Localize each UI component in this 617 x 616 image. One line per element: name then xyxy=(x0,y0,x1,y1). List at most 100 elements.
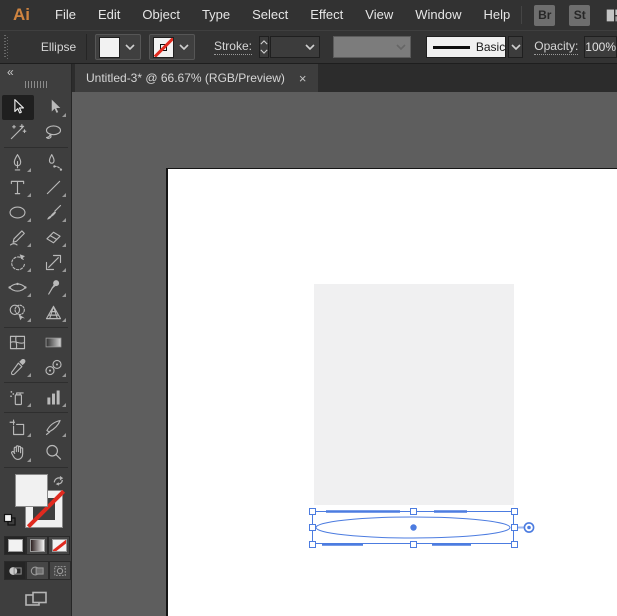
options-divider xyxy=(86,34,87,60)
workspace-switcher-button[interactable] xyxy=(604,5,617,25)
gradient-tool-button[interactable] xyxy=(37,330,69,355)
panel-grip-handle[interactable] xyxy=(4,35,8,59)
paintbrush-tool-button[interactable] xyxy=(37,200,69,225)
chevron-down-icon[interactable] xyxy=(125,44,135,50)
column-graph-tool-button[interactable] xyxy=(37,385,69,410)
swap-fill-stroke-icon[interactable] xyxy=(51,473,66,488)
magic-wand-tool-button[interactable] xyxy=(2,120,34,145)
stepper-down-icon[interactable] xyxy=(260,49,268,54)
menu-object[interactable]: Object xyxy=(131,0,191,30)
fill-stroke-proxy xyxy=(0,472,71,532)
tool-group-divider xyxy=(4,147,68,148)
stroke-weight-label[interactable]: Stroke: xyxy=(214,39,252,55)
screen-mode-icon xyxy=(24,591,48,609)
stroke-color-control[interactable] xyxy=(149,34,195,60)
stroke-weight-dropdown[interactable] xyxy=(270,36,320,58)
zoom-tool-button[interactable] xyxy=(37,440,69,465)
stroke-color-swatch-none[interactable] xyxy=(153,37,174,58)
draw-inside-button[interactable] xyxy=(49,561,71,580)
shaper-tool-button[interactable] xyxy=(2,225,34,250)
gradient-button[interactable] xyxy=(26,536,48,555)
graphic-style-dropdown[interactable]: Basic xyxy=(426,36,506,58)
chevron-down-icon[interactable] xyxy=(511,44,521,50)
pen-tool-button[interactable] xyxy=(2,150,34,175)
fill-color-swatch[interactable] xyxy=(99,37,120,58)
stock-button[interactable]: St xyxy=(569,5,590,26)
stepper-up-icon[interactable] xyxy=(260,40,268,45)
menu-edit[interactable]: Edit xyxy=(87,0,131,30)
close-icon[interactable]: × xyxy=(299,72,307,85)
type-tool-button[interactable] xyxy=(2,175,34,200)
none-button[interactable] xyxy=(48,536,70,555)
perspective-grid-tool-button[interactable] xyxy=(37,300,69,325)
fill-proxy-swatch[interactable] xyxy=(15,474,48,507)
tool-group-divider xyxy=(4,412,68,413)
menu-file[interactable]: File xyxy=(44,0,87,30)
direct-selection-tool-button[interactable] xyxy=(37,95,69,120)
selection-handle[interactable] xyxy=(511,524,518,531)
line-segment-tool-button[interactable] xyxy=(37,175,69,200)
selection-handle[interactable] xyxy=(309,508,316,515)
document-tab[interactable]: Untitled-3* @ 66.67% (RGB/Preview) × xyxy=(75,64,318,92)
draw-behind-button[interactable] xyxy=(26,561,48,580)
menu-help[interactable]: Help xyxy=(472,0,521,30)
curvature-tool-button[interactable] xyxy=(37,150,69,175)
chevron-down-icon[interactable] xyxy=(305,44,315,50)
color-type-buttons xyxy=(4,536,71,555)
fill-color-control[interactable] xyxy=(95,34,141,60)
menubar-divider xyxy=(521,6,522,24)
menu-bar: Ai File Edit Object Type Select Effect V… xyxy=(0,0,617,30)
selection-handle[interactable] xyxy=(410,508,417,515)
collapse-panel-button[interactable]: « xyxy=(7,65,13,79)
slice-tool-button[interactable] xyxy=(37,415,69,440)
lasso-tool-button[interactable] xyxy=(37,120,69,145)
menu-select[interactable]: Select xyxy=(241,0,299,30)
tool-group-divider xyxy=(4,327,68,328)
brush-definition-dropdown-disabled xyxy=(333,36,411,58)
illustrator-logo: Ai xyxy=(13,5,30,25)
mesh-tool-button[interactable] xyxy=(2,330,34,355)
control-panel: Ellipse Stroke: Basic Opacity: 100% xyxy=(0,30,617,64)
tool-group-divider xyxy=(4,382,68,383)
blend-tool-button[interactable] xyxy=(37,355,69,380)
change-screen-mode-button[interactable] xyxy=(23,590,49,610)
eyedropper-tool-button[interactable] xyxy=(2,355,34,380)
artboard-tool-button[interactable] xyxy=(2,415,34,440)
stroke-weight-stepper[interactable] xyxy=(259,36,269,58)
selection-handle[interactable] xyxy=(309,541,316,548)
canvas-viewport xyxy=(72,92,617,616)
chevron-down-icon[interactable] xyxy=(179,44,189,50)
rotate-tool-button[interactable] xyxy=(2,250,34,275)
color-button[interactable] xyxy=(4,536,26,555)
selection-handle[interactable] xyxy=(511,508,518,515)
menu-effect[interactable]: Effect xyxy=(299,0,354,30)
selection-tool-button[interactable] xyxy=(2,95,34,120)
bridge-button[interactable]: Br xyxy=(534,5,555,26)
default-fill-stroke-icon[interactable] xyxy=(3,513,17,527)
selection-handle[interactable] xyxy=(309,524,316,531)
selection-handle[interactable] xyxy=(410,541,417,548)
width-tool-button[interactable] xyxy=(2,275,34,300)
chevron-down-icon xyxy=(396,44,406,50)
style-name-label: Basic xyxy=(476,40,505,54)
opacity-value-field[interactable]: 100% xyxy=(584,36,617,58)
selection-handle[interactable] xyxy=(511,541,518,548)
tools-panel-header: « xyxy=(0,64,71,92)
graphic-style-chevron-button[interactable] xyxy=(508,36,523,58)
stroke-preview-line xyxy=(433,46,470,49)
menu-window[interactable]: Window xyxy=(404,0,472,30)
draw-normal-button[interactable] xyxy=(4,561,26,580)
symbol-sprayer-tool-button[interactable] xyxy=(2,385,34,410)
panel-drag-grip[interactable] xyxy=(25,81,47,88)
opacity-label[interactable]: Opacity: xyxy=(534,39,578,55)
puppet-warp-tool-button[interactable] xyxy=(37,275,69,300)
ellipse-tool-button[interactable] xyxy=(2,200,34,225)
menu-type[interactable]: Type xyxy=(191,0,241,30)
eraser-tool-button[interactable] xyxy=(37,225,69,250)
menu-view[interactable]: View xyxy=(354,0,404,30)
scale-tool-button[interactable] xyxy=(37,250,69,275)
hand-tool-button[interactable] xyxy=(2,440,34,465)
document-area: Untitled-3* @ 66.67% (RGB/Preview) × xyxy=(72,64,617,616)
shape-builder-tool-button[interactable] xyxy=(2,300,34,325)
tools-panel: « xyxy=(0,64,72,616)
